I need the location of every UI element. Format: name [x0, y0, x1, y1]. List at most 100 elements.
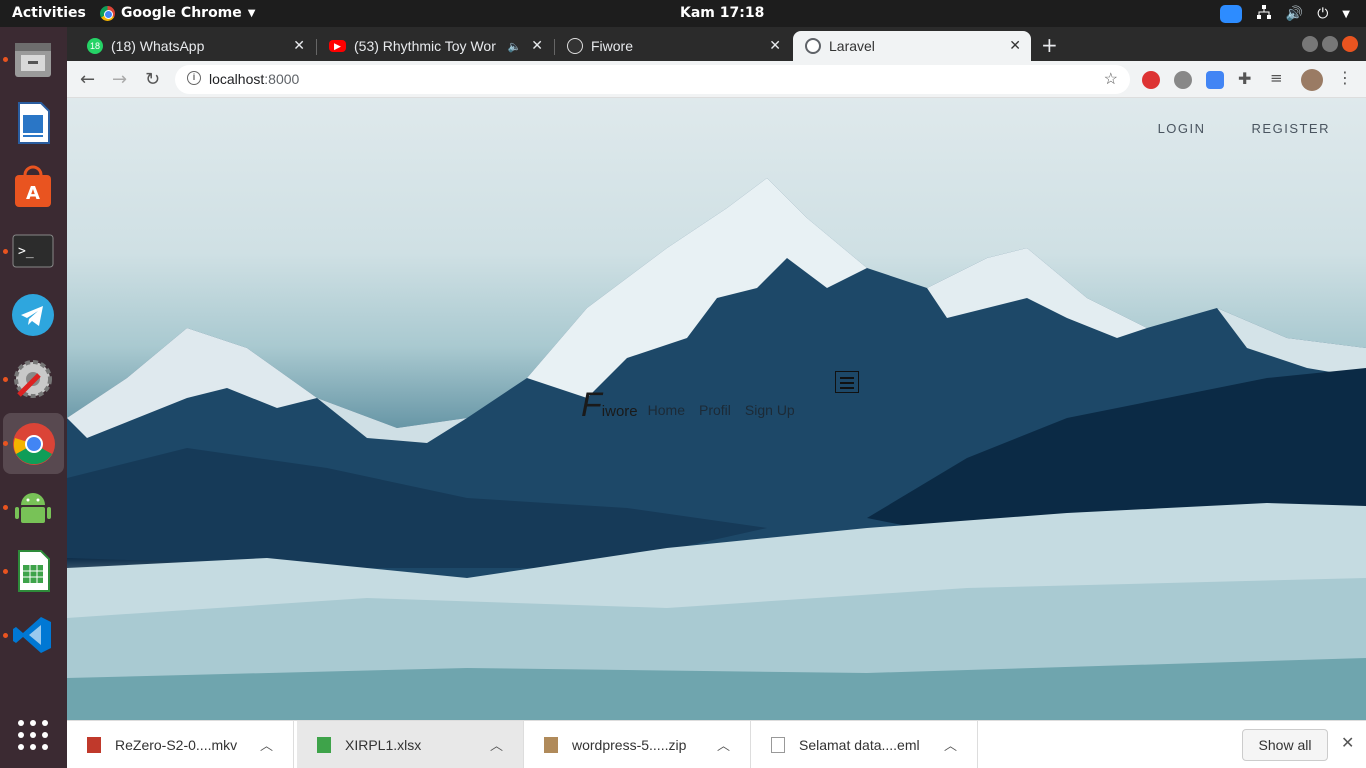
browser-toolbar: ← → ↻ i localhost:8000 ☆ ✚ ≡ ⋮ [67, 61, 1366, 98]
google-translate-icon[interactable] [1206, 71, 1224, 89]
system-top-bar: Activities Google Chrome ▼ Kam 17:18 🔊 ⏻… [0, 0, 1366, 27]
close-icon[interactable]: ✕ [1009, 37, 1021, 54]
libreoffice-calc-icon[interactable] [9, 547, 57, 595]
caret-down-icon: ▼ [247, 7, 256, 19]
close-icon[interactable]: ✕ [769, 37, 781, 54]
spreadsheet-file-icon [317, 737, 331, 753]
vscode-icon[interactable] [9, 611, 57, 659]
running-indicator [3, 249, 8, 254]
tab-label: Laravel [829, 38, 875, 54]
close-icon[interactable]: ✕ [531, 37, 543, 54]
maximize-button[interactable] [1322, 36, 1338, 52]
close-icon[interactable]: ✕ [1341, 733, 1354, 753]
running-indicator [3, 57, 8, 62]
nav-profil[interactable]: Profil [699, 402, 731, 418]
whatsapp-icon: 18 [87, 38, 103, 54]
network-icon[interactable] [1256, 4, 1272, 24]
tab-label: (53) Rhythmic Toy Wor [354, 38, 496, 54]
chevron-up-icon[interactable]: ︿ [717, 735, 730, 754]
youtube-icon: ▶ [329, 40, 346, 52]
url-port: :8000 [264, 71, 300, 87]
download-filename: ReZero-S2-0....mkv [115, 737, 238, 753]
chevron-up-icon[interactable]: ︿ [944, 735, 957, 754]
libreoffice-writer-icon[interactable] [9, 99, 57, 147]
brand-logo[interactable]: Fiwore [581, 388, 638, 422]
login-link[interactable]: LOGIN [1158, 121, 1206, 136]
address-bar[interactable]: i localhost:8000 ☆ [175, 65, 1130, 94]
download-item[interactable]: XIRPL1.xlsx ︿ [297, 721, 524, 768]
tab-whatsapp[interactable]: 18 (18) WhatsApp ✕ [75, 31, 315, 61]
chrome-dock-icon[interactable] [3, 413, 64, 474]
chevron-down-icon[interactable]: ▼ [1342, 9, 1350, 20]
close-window-button[interactable] [1342, 36, 1358, 52]
brand-initial: F [581, 386, 602, 424]
tab-label: (18) WhatsApp [111, 38, 205, 54]
telegram-icon[interactable] [9, 291, 57, 339]
more-vert-icon[interactable]: ⋮ [1337, 68, 1355, 87]
app-menu-label: Google Chrome [121, 5, 242, 21]
tab-fiwore[interactable]: Fiwore ✕ [555, 31, 791, 61]
reload-icon[interactable]: ↻ [145, 69, 160, 90]
terminal-icon[interactable]: >_ [9, 227, 57, 275]
clock[interactable]: Kam 17:18 [680, 5, 764, 21]
app-menu[interactable]: Google Chrome ▼ [100, 5, 255, 21]
chrome-icon [100, 5, 115, 21]
svg-text:>_: >_ [18, 244, 34, 259]
download-filename: Selamat data....eml [799, 737, 920, 753]
chevron-up-icon[interactable]: ︿ [490, 735, 503, 754]
running-indicator [3, 441, 8, 446]
show-applications-icon[interactable] [9, 711, 57, 759]
extension-icon[interactable] [1142, 71, 1160, 89]
url-text[interactable]: localhost:8000 [209, 71, 299, 87]
nav-sign-up[interactable]: Sign Up [745, 402, 795, 418]
tab-laravel[interactable]: Laravel ✕ [793, 31, 1031, 61]
document-file-icon [771, 737, 785, 753]
site-info-icon[interactable]: i [187, 71, 201, 85]
volume-icon[interactable]: 🔊 [1286, 6, 1303, 22]
back-arrow-icon[interactable]: ← [80, 69, 95, 90]
close-icon[interactable]: ✕ [293, 37, 305, 54]
window-controls [1302, 36, 1358, 52]
archive-file-icon [544, 737, 558, 753]
download-item[interactable]: ReZero-S2-0....mkv ︿ [67, 721, 294, 768]
bookmark-star-icon[interactable]: ☆ [1104, 69, 1118, 89]
system-tools-icon[interactable] [9, 355, 57, 403]
zoom-icon[interactable] [1219, 5, 1242, 23]
tab-youtube[interactable]: ▶ (53) Rhythmic Toy Wor 🔈 ✕ [317, 31, 553, 61]
system-tray[interactable]: 🔊 ⏻ ▼ [1219, 4, 1350, 24]
download-filename: XIRPL1.xlsx [345, 737, 422, 753]
tab-label: Fiwore [591, 38, 634, 54]
minimize-button[interactable] [1302, 36, 1318, 52]
forward-arrow-icon[interactable]: → [112, 69, 127, 90]
register-link[interactable]: REGISTER [1252, 121, 1330, 136]
power-icon[interactable]: ⏻ [1317, 6, 1328, 22]
page-hero: LOGIN REGISTER Fiwore Home Profil Sign U… [67, 98, 1366, 720]
video-file-icon [87, 737, 101, 753]
gear-icon[interactable] [1174, 71, 1192, 89]
nav-home[interactable]: Home [648, 402, 685, 418]
new-tab-button[interactable]: + [1041, 33, 1058, 57]
running-indicator [3, 569, 8, 574]
show-all-button[interactable]: Show all [1242, 729, 1328, 761]
running-indicator [3, 505, 8, 510]
avatar[interactable] [1301, 69, 1323, 91]
dock: A >_ [0, 27, 67, 768]
brand-name: iwore [601, 403, 638, 420]
chevron-up-icon[interactable]: ︿ [260, 735, 273, 754]
globe-icon [805, 38, 821, 54]
url-host: localhost [209, 71, 265, 87]
download-item[interactable]: wordpress-5.....zip ︿ [524, 721, 751, 768]
svg-text:A: A [26, 183, 40, 204]
nav-links: Home Profil Sign Up [648, 402, 795, 420]
download-item[interactable]: Selamat data....eml ︿ [751, 721, 978, 768]
puzzle-icon[interactable]: ✚ [1238, 69, 1256, 88]
activities-button[interactable]: Activities [12, 5, 86, 21]
android-studio-icon[interactable] [9, 483, 57, 531]
media-control-icon[interactable]: ≡ [1270, 69, 1288, 87]
tab-strip: 18 (18) WhatsApp ✕ ▶ (53) Rhythmic Toy W… [67, 27, 1366, 61]
site-navbar: Fiwore Home Profil Sign Up [581, 388, 795, 422]
audio-playing-icon[interactable]: 🔈 [508, 40, 522, 53]
navbar-toggler-icon[interactable] [835, 371, 859, 393]
files-icon[interactable] [9, 35, 57, 83]
software-center-icon[interactable]: A [9, 163, 57, 211]
